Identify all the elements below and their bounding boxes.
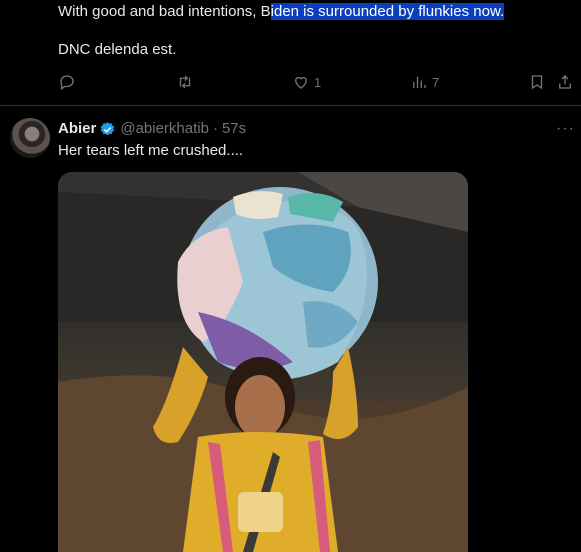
photo-illustration	[58, 172, 468, 552]
tweet1-text: With good and bad intentions, Biden is s…	[58, 2, 505, 22]
tweet-time[interactable]: 57s	[222, 119, 246, 139]
like-button[interactable]: 1	[292, 73, 321, 91]
retweet-icon	[179, 75, 191, 89]
heart-icon	[295, 76, 307, 89]
tweet1-text-unselected: With good and bad intentions, B	[58, 3, 271, 20]
tweet1-text-selected: iden is surrounded by flunkies now.	[270, 3, 505, 20]
reply-button[interactable]	[58, 73, 76, 91]
avatar[interactable]	[10, 118, 50, 158]
view-count: 7	[432, 74, 440, 90]
tweet1-action-bar: 1 7	[58, 73, 576, 95]
reply-icon	[60, 75, 74, 91]
views-icon	[413, 76, 426, 88]
retweet-button[interactable]	[176, 73, 194, 91]
tweet1-text-line2: DNC delenda est.	[58, 41, 177, 58]
tweet-photo[interactable]	[58, 172, 468, 552]
header-separator: ·	[212, 120, 218, 137]
author-name[interactable]: Abier	[58, 119, 96, 139]
tweet2-text: Her tears left me crushed....	[58, 142, 244, 159]
like-count: 1	[314, 74, 322, 90]
bookmark-button[interactable]	[528, 73, 546, 91]
views-button[interactable]: 7	[410, 73, 439, 91]
share-icon	[559, 75, 571, 89]
bookmark-icon	[531, 75, 543, 90]
more-options-button[interactable]: ···	[556, 120, 575, 138]
tweet2-header: Abier @abierkhatib · 57s	[58, 119, 246, 139]
share-button[interactable]	[556, 73, 574, 91]
tweet-divider	[0, 105, 581, 106]
verified-badge-icon	[101, 121, 115, 135]
author-handle[interactable]: @abierkhatib	[120, 119, 209, 139]
